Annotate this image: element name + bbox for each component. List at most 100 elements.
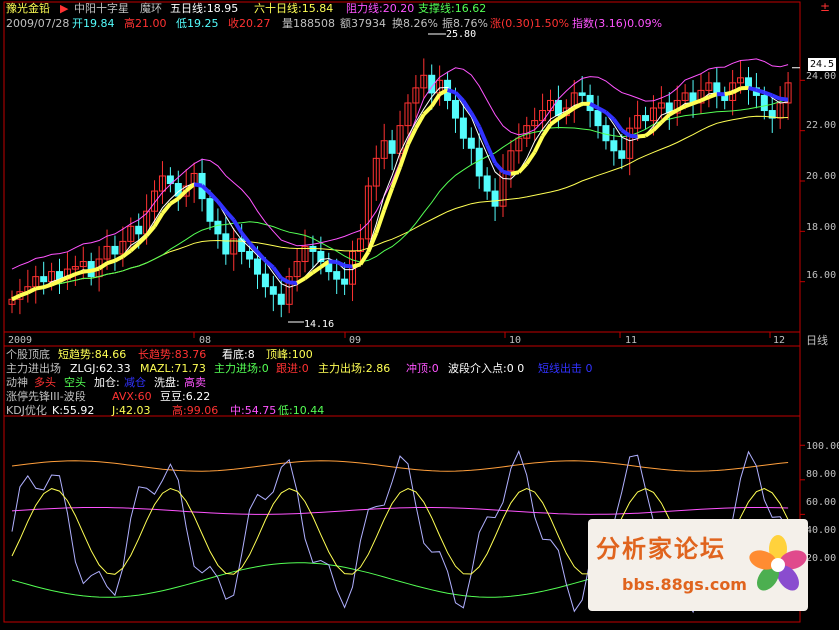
- trend-band-segment: [152, 212, 165, 228]
- close-value: 收20.27: [228, 17, 271, 30]
- trend-band-segment: [358, 250, 371, 266]
- low-price-marker: 14.16: [304, 319, 335, 330]
- trend-band-segment: [485, 144, 497, 164]
- candle-body: [269, 286, 277, 295]
- trend-band-segment: [708, 92, 718, 99]
- trend-band-segment: [66, 272, 77, 280]
- candle-body: [222, 233, 230, 255]
- bear-label: 空头: [64, 376, 86, 389]
- kdj-mid-value: 中:54.75: [230, 404, 277, 417]
- trend-band-segment: [532, 135, 545, 153]
- trend-band-segment: [692, 98, 702, 106]
- trend-band-segment: [114, 254, 124, 263]
- trend-band-segment: [446, 88, 457, 95]
- high-value: 高21.00: [124, 17, 167, 30]
- candle-body: [246, 250, 254, 260]
- current-price-tag: 24.5: [808, 58, 837, 71]
- kdj-tick-label: 40.00: [806, 525, 837, 536]
- candle-body: [40, 276, 48, 283]
- trend-band-segment: [747, 85, 757, 92]
- candle-body: [491, 190, 499, 207]
- top-peak: 顶峰:100: [266, 348, 313, 361]
- rush-top: 冲顶:0: [406, 362, 439, 375]
- trend-band-segment: [502, 169, 512, 176]
- trend-band-segment: [26, 286, 37, 295]
- price-tick-label: 24.00: [806, 71, 837, 82]
- date-label: 2009/07/28: [6, 17, 70, 30]
- candle-body: [261, 273, 269, 288]
- kdj-tick-label: 100.00: [806, 441, 839, 452]
- candle-body: [135, 225, 143, 235]
- trend-band-segment: [311, 265, 322, 275]
- trend-band-segment: [493, 161, 505, 174]
- kdj-tick-label: 20.00: [806, 553, 837, 564]
- trend-band-segment: [137, 234, 149, 245]
- month-label: 12: [773, 335, 786, 346]
- stock-chart-window: 豫光金铅 ▶ 中阳十字星 魔环 五日线:18.95 六十日线:15.84 阻力线…: [0, 0, 839, 630]
- bottom-watch: 看底:8: [222, 348, 255, 361]
- month-label: 09: [349, 335, 362, 346]
- trend-band-segment: [620, 128, 631, 138]
- trend-band-segment: [11, 293, 21, 302]
- support-value: 支撑线:16.62: [418, 2, 487, 15]
- kdj-low-value: 低:10.44: [278, 404, 325, 417]
- avx-value: AVX:60: [112, 390, 152, 403]
- trend-band-segment: [169, 196, 180, 206]
- trend-band-segment: [724, 90, 734, 97]
- open-value: 开19.84: [72, 17, 115, 30]
- price-tick-label: 18.00: [806, 222, 837, 233]
- kdj-mid-line: [11, 507, 789, 515]
- kdj-top-band: [11, 460, 789, 472]
- index-value: 指数(3.16)0.09%: [572, 17, 663, 30]
- band-entry: 波段介入点:0 0: [448, 362, 525, 375]
- trend-band-segment: [700, 95, 710, 103]
- indicator-row4-name[interactable]: 涨停先锋III-波段: [6, 390, 86, 403]
- period-button[interactable]: 日线: [806, 334, 828, 347]
- candle-body: [610, 140, 618, 152]
- trend-band-segment: [644, 128, 655, 138]
- price-tick-label: 16.00: [806, 270, 837, 281]
- play-icon[interactable]: ▶: [60, 2, 68, 15]
- trend-band-segment: [755, 88, 765, 95]
- trend-band-segment: [573, 102, 584, 110]
- close-icon[interactable]: ±: [820, 1, 830, 14]
- ma5-value: 五日线:18.95: [170, 2, 239, 15]
- candle-body: [451, 99, 459, 119]
- trend-band-segment: [160, 202, 172, 215]
- trend-band-segment: [604, 110, 616, 121]
- trend-band-segment: [731, 86, 742, 95]
- trend-band-segment: [193, 182, 203, 188]
- candle-body: [277, 293, 285, 305]
- month-label: 10: [509, 335, 522, 346]
- candle-body: [253, 258, 261, 275]
- trend-band-segment: [565, 106, 576, 116]
- indicator-row5-name[interactable]: KDJ优化: [6, 404, 47, 417]
- short-strike: 短线出击 0: [538, 362, 593, 375]
- trend-band-segment: [477, 126, 489, 147]
- trend-band-segment: [184, 182, 196, 193]
- month-label: 11: [625, 335, 638, 346]
- trend-band-segment: [248, 241, 259, 254]
- trend-band-segment: [779, 96, 789, 102]
- candle-body: [388, 140, 396, 154]
- trend-band-segment: [612, 118, 624, 132]
- price-tick-label: 22.00: [806, 120, 837, 131]
- turnover-value: 换8.26%: [392, 17, 438, 30]
- trend-band-segment: [280, 276, 291, 285]
- indicator-row3-name[interactable]: 动神: [6, 376, 28, 389]
- kdj-k-value: K:55.92: [52, 404, 95, 417]
- candle-body: [467, 137, 475, 149]
- trend-band-segment: [97, 261, 109, 271]
- candle-body: [459, 117, 467, 139]
- stock-name[interactable]: 豫光金铅: [6, 2, 50, 15]
- kdj-tick-label: 80.00: [806, 469, 837, 480]
- trend-band-segment: [629, 133, 638, 139]
- candle-body: [483, 175, 491, 192]
- trend-band-segment: [90, 266, 100, 273]
- add-position-label: 加仓:: [94, 376, 120, 389]
- trend-band-segment: [525, 150, 537, 165]
- indicator-row2-name[interactable]: 主力进出场: [6, 362, 61, 375]
- main-exit: 主力出场:2.86: [318, 362, 391, 375]
- trend-band-segment: [763, 90, 773, 98]
- indicator-row1-name[interactable]: 个股顶底: [6, 348, 50, 361]
